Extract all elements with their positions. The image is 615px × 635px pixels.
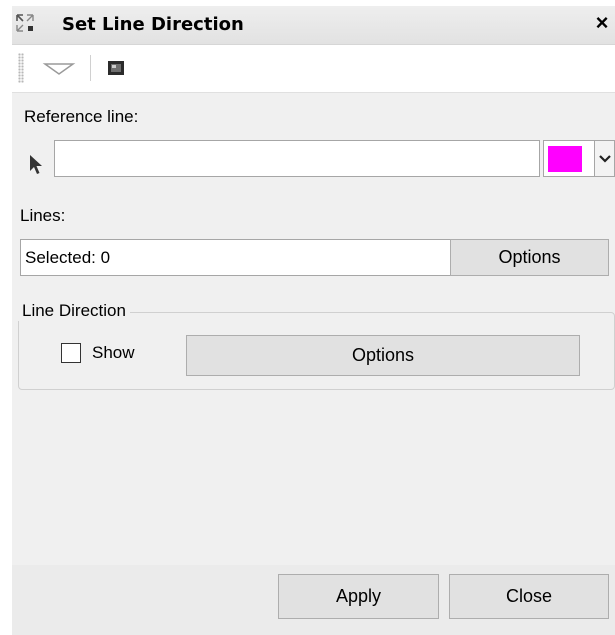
color-picker[interactable] [543, 140, 595, 177]
lines-label: Lines: [20, 206, 66, 225]
toolbar-grip[interactable] [18, 53, 24, 83]
panel-icon[interactable] [104, 54, 130, 82]
lines-options-button[interactable]: Options [450, 239, 609, 276]
close-icon[interactable]: × [591, 10, 613, 36]
window-title: Set Line Direction [62, 14, 244, 35]
pick-arrow-icon[interactable] [28, 154, 44, 176]
dialog-body: Reference line: Lines: Selected: 0 Optio… [12, 93, 615, 635]
expand-arrow-icon[interactable] [40, 54, 78, 82]
chevron-down-icon [599, 155, 611, 163]
reference-line-label: Reference line: [24, 107, 139, 126]
line-direction-group-label: Line Direction [18, 301, 130, 321]
line-direction-options-button[interactable]: Options [186, 335, 580, 376]
reference-line-input[interactable] [54, 140, 540, 177]
toolbar [12, 45, 615, 93]
color-swatch [548, 146, 582, 172]
set-direction-icon [16, 14, 34, 32]
close-button[interactable]: Close [449, 574, 609, 619]
selected-count-field: Selected: 0 [20, 239, 458, 276]
color-dropdown[interactable] [595, 140, 615, 177]
show-checkbox[interactable] [61, 343, 81, 363]
toolbar-separator [90, 55, 91, 81]
apply-button[interactable]: Apply [278, 574, 439, 619]
show-label[interactable]: Show [92, 343, 135, 363]
title-bar: Set Line Direction × [12, 6, 615, 45]
